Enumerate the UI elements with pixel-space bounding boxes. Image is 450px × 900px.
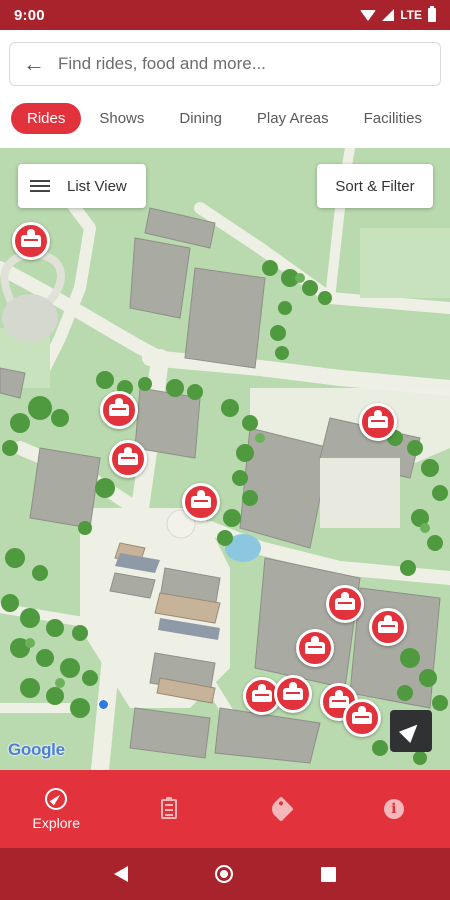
tab-dining[interactable]: Dining: [179, 103, 222, 134]
bottom-nav: Explore i: [0, 770, 450, 848]
ride-icon: [305, 636, 325, 654]
map-graphic: [0, 148, 450, 770]
ride-pin[interactable]: [274, 675, 312, 713]
ride-pin[interactable]: [100, 391, 138, 429]
system-back-icon[interactable]: [113, 866, 128, 882]
tag-icon: [268, 796, 294, 822]
status-icons: LTE: [360, 6, 436, 22]
nav-explore[interactable]: Explore: [0, 770, 113, 848]
status-bar: 9:00 LTE: [0, 0, 450, 30]
ride-pin[interactable]: [109, 440, 147, 478]
ride-pin[interactable]: [343, 699, 381, 737]
ride-icon: [283, 682, 303, 700]
sort-filter-label: Sort & Filter: [335, 177, 415, 195]
nav-offers[interactable]: [225, 770, 338, 848]
ride-pin[interactable]: [369, 608, 407, 646]
ride-icon: [352, 706, 372, 724]
system-home-icon[interactable]: [215, 865, 234, 883]
ride-icon: [335, 592, 355, 610]
park-map[interactable]: List View Sort & Filter Google: [0, 148, 450, 770]
ride-pin[interactable]: [12, 222, 50, 260]
search-input[interactable]: [58, 54, 440, 74]
tab-facilities[interactable]: Facilities: [364, 103, 422, 134]
network-type: LTE: [400, 8, 422, 22]
ride-icon: [252, 684, 272, 702]
nav-info[interactable]: i: [338, 770, 450, 848]
tab-rides[interactable]: Rides: [11, 102, 82, 134]
navigation-arrow-icon: [398, 718, 424, 744]
sort-filter-button[interactable]: Sort & Filter: [317, 164, 433, 208]
info-icon: i: [382, 797, 406, 821]
status-time: 9:00: [14, 6, 45, 24]
back-arrow-icon[interactable]: ←: [10, 42, 58, 86]
search-bar: ←: [9, 42, 441, 86]
compass-icon: [44, 787, 68, 811]
my-location-button[interactable]: [390, 710, 432, 752]
ride-pin[interactable]: [326, 585, 364, 623]
ride-pin[interactable]: [359, 403, 397, 441]
system-nav-bar: [0, 848, 450, 900]
ride-icon: [368, 410, 388, 428]
google-logo-text: Google: [8, 740, 65, 759]
google-attribution: Google: [8, 740, 65, 760]
system-recents-icon[interactable]: [321, 866, 337, 882]
ride-pin[interactable]: [182, 483, 220, 521]
ride-icon: [118, 447, 138, 465]
ride-pin[interactable]: [296, 629, 334, 667]
wifi-icon: [360, 9, 377, 21]
battery-icon: [428, 6, 436, 22]
list-view-label: List View: [67, 177, 127, 195]
list-view-button[interactable]: List View: [18, 164, 146, 208]
ride-icon: [21, 229, 41, 247]
ride-icon: [378, 615, 398, 633]
nav-plan[interactable]: [113, 770, 226, 848]
header: ← Rides Shows Dining Play Areas Faciliti…: [0, 30, 450, 148]
ride-icon: [109, 398, 129, 416]
clipboard-icon: [157, 797, 181, 821]
category-tabs: Rides Shows Dining Play Areas Facilities: [0, 100, 450, 136]
list-icon: [30, 177, 50, 195]
signal-icon: [382, 9, 395, 21]
nav-explore-label: Explore: [32, 815, 80, 831]
tab-shows[interactable]: Shows: [99, 103, 144, 134]
ride-icon: [191, 490, 211, 508]
current-location-dot: [98, 699, 109, 710]
tab-play-areas[interactable]: Play Areas: [257, 103, 329, 134]
